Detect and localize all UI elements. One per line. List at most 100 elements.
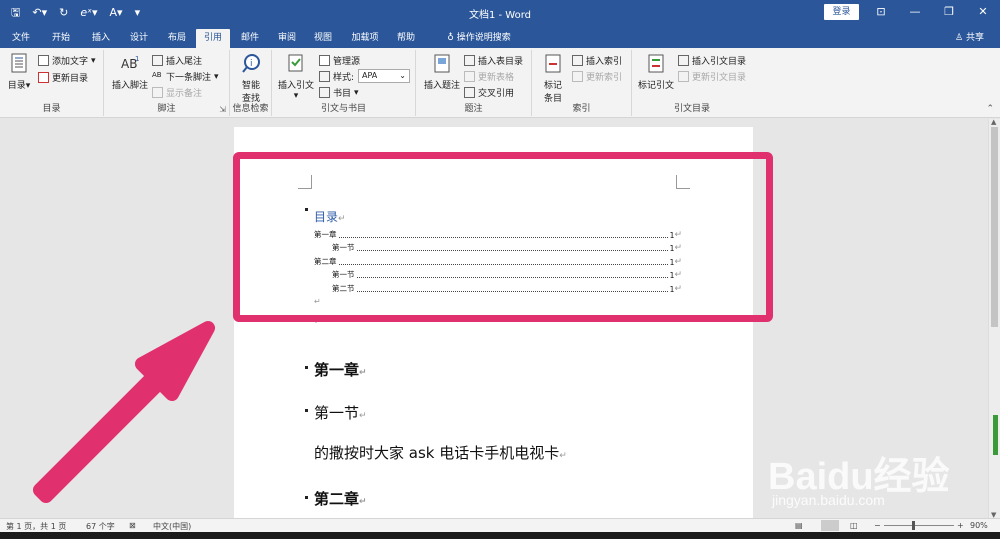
smart-lookup-button[interactable]: i 智能 查找 xyxy=(234,52,268,104)
tab-home[interactable]: 开始 xyxy=(44,29,78,48)
mark-citation-label: 标记引文 xyxy=(637,81,674,91)
manage-sources-label: 管理源 xyxy=(333,57,361,67)
word-count[interactable]: 67 个字 xyxy=(86,521,115,532)
tab-references[interactable]: 引用 xyxy=(196,29,230,48)
index-group-label: 索引 xyxy=(572,104,591,114)
language-indicator[interactable]: 中文(中国) xyxy=(153,521,191,532)
table-of-figures-icon xyxy=(464,55,475,66)
insert-index-icon xyxy=(572,55,583,66)
taskbar-strip xyxy=(0,532,1000,539)
insert-citation-label: 插入引文 xyxy=(277,81,314,91)
ribbon-tab-bar: 文件 开始 插入 设计 布局 引用 邮件 审阅 视图 加载项 帮助 ♁ 操作说明… xyxy=(0,26,1000,48)
tab-mailings[interactable]: 邮件 xyxy=(233,29,267,48)
heading-section-1[interactable]: 第一节↵ xyxy=(314,402,367,423)
tab-layout[interactable]: 布局 xyxy=(160,29,194,48)
scroll-up-icon[interactable]: ▲ xyxy=(991,118,996,126)
tab-file[interactable]: 文件 xyxy=(4,29,38,48)
footnote-group: AB 1 插入脚注 插入尾注 AB 下一条脚注 ▾ 显示备注 脚注 ⇲ xyxy=(104,50,230,116)
cross-reference-button[interactable]: 交叉引用 xyxy=(464,86,514,99)
insert-endnote-button[interactable]: 插入尾注 xyxy=(152,54,202,67)
read-mode-icon[interactable]: ▤ xyxy=(795,521,803,530)
insert-index-button[interactable]: 插入索引 xyxy=(572,54,622,67)
heading-chapter-2[interactable]: 第二章↵ xyxy=(314,488,367,509)
zoom-slider[interactable] xyxy=(884,525,954,526)
zoom-in-icon[interactable]: + xyxy=(957,521,964,530)
heading-chapter-1[interactable]: 第一章↵ xyxy=(314,359,367,380)
insert-caption-button[interactable]: 插入题注 xyxy=(422,52,462,91)
zoom-out-icon[interactable]: − xyxy=(874,521,881,530)
update-table-label: 更新表格 xyxy=(478,73,515,83)
paragraph-mark-icon: ↵ xyxy=(359,411,367,421)
next-footnote-button[interactable]: AB 下一条脚注 ▾ xyxy=(152,70,219,83)
vertical-scrollbar[interactable]: ▲ ▼ xyxy=(988,118,1000,519)
scroll-indicator xyxy=(993,415,998,455)
tab-insert[interactable]: 插入 xyxy=(84,29,118,48)
heading-bullet xyxy=(305,409,308,412)
caption-group-label: 题注 xyxy=(464,104,483,114)
body-paragraph[interactable]: 的撒按时大家 ask 电话卡手机电视卡↵ xyxy=(314,442,567,463)
bibliography-button[interactable]: 书目 ▾ xyxy=(319,86,359,99)
manage-sources-button[interactable]: 管理源 xyxy=(319,54,360,67)
citation-style-value: APA xyxy=(362,71,378,80)
mark-citation-button[interactable]: 标记引文 xyxy=(636,52,676,91)
close-icon[interactable]: ✕ xyxy=(966,0,1000,24)
minimize-icon[interactable]: — xyxy=(898,0,932,24)
heading-text: 第一节 xyxy=(314,404,360,422)
update-table-button[interactable]: 更新表格 xyxy=(464,70,514,83)
lightbulb-icon: ♁ xyxy=(447,33,457,43)
toc-button-label: 目录 xyxy=(7,81,26,91)
insert-footnote-button[interactable]: AB 1 插入脚注 xyxy=(110,52,150,91)
proofing-icon[interactable]: ⊠ xyxy=(129,521,136,530)
person-icon: ♙ xyxy=(955,33,966,43)
chevron-down-icon: ⌄ xyxy=(399,71,406,80)
citation-group: 插入引文 ▾ 管理源 样式: APA ⌄ 书目 ▾ 引文与书目 xyxy=(272,50,416,116)
zoom-slider-thumb[interactable] xyxy=(912,521,915,530)
citation-style-select[interactable]: APA ⌄ xyxy=(358,69,410,83)
tab-review[interactable]: 审阅 xyxy=(270,29,304,48)
watermark-sub: jingyan.baidu.com xyxy=(772,492,885,508)
share-button[interactable]: ♙ 共享 xyxy=(955,29,984,48)
dialog-launcher-icon[interactable]: ⇲ xyxy=(219,105,226,114)
insert-citation-button[interactable]: 插入引文 ▾ xyxy=(276,52,316,101)
tab-design[interactable]: 设计 xyxy=(122,29,156,48)
update-toc-label: 更新目录 xyxy=(52,74,89,84)
tell-me-search[interactable]: ♁ 操作说明搜索 xyxy=(434,29,524,48)
update-toc-button[interactable]: 更新目录 xyxy=(38,71,88,84)
tab-addins[interactable]: 加载项 xyxy=(345,29,385,48)
ribbon-display-icon[interactable]: ⊡ xyxy=(864,0,898,24)
update-toa-button[interactable]: 更新引文目录 xyxy=(678,70,746,83)
zoom-level[interactable]: 90% xyxy=(970,521,988,530)
insert-endnote-label: 插入尾注 xyxy=(166,57,203,67)
ribbon: 目录▾ 添加文字 ▾ 更新目录 目录 AB 1 插入脚注 插入尾注 AB 下一条脚注 ▾… xyxy=(0,48,1000,118)
tab-help[interactable]: 帮助 xyxy=(389,29,423,48)
toc-button[interactable]: 目录▾ xyxy=(6,52,32,91)
footnote-icon: AB1 xyxy=(121,55,139,71)
insert-table-of-figures-button[interactable]: 插入表目录 xyxy=(464,54,523,67)
insert-caption-label: 插入题注 xyxy=(423,81,460,91)
svg-text:1: 1 xyxy=(135,55,139,63)
mark-citation-icon xyxy=(648,54,664,73)
update-toc-icon xyxy=(38,72,49,83)
restore-icon[interactable]: ❐ xyxy=(932,0,966,24)
login-button[interactable]: 登录 xyxy=(824,4,859,20)
heading-bullet xyxy=(305,496,308,499)
insert-toa-button[interactable]: 插入引文目录 xyxy=(678,54,746,67)
page-count[interactable]: 第 1 页，共 1 页 xyxy=(6,521,66,532)
scroll-thumb[interactable] xyxy=(991,127,998,327)
endnote-icon xyxy=(152,55,163,66)
update-index-button[interactable]: 更新索引 xyxy=(572,70,622,83)
collapse-ribbon-icon[interactable]: ⌃ xyxy=(986,104,994,114)
mark-entry-icon xyxy=(545,54,561,73)
mark-entry-button[interactable]: 标记 条目 xyxy=(538,52,568,104)
smart-lookup-label-1: 智能 xyxy=(241,81,260,91)
web-layout-icon[interactable]: ◫ xyxy=(850,521,858,530)
print-layout-icon[interactable] xyxy=(821,520,839,531)
research-group: i 智能 查找 信息检索 xyxy=(230,50,272,116)
citation-group-label: 引文与书目 xyxy=(320,104,366,114)
research-group-label: 信息检索 xyxy=(232,104,269,114)
show-notes-button[interactable]: 显示备注 xyxy=(152,86,202,99)
tell-me-label: 操作说明搜索 xyxy=(456,33,511,43)
update-toa-icon xyxy=(678,71,689,82)
add-text-button[interactable]: 添加文字 ▾ xyxy=(38,54,96,67)
tab-view[interactable]: 视图 xyxy=(306,29,340,48)
